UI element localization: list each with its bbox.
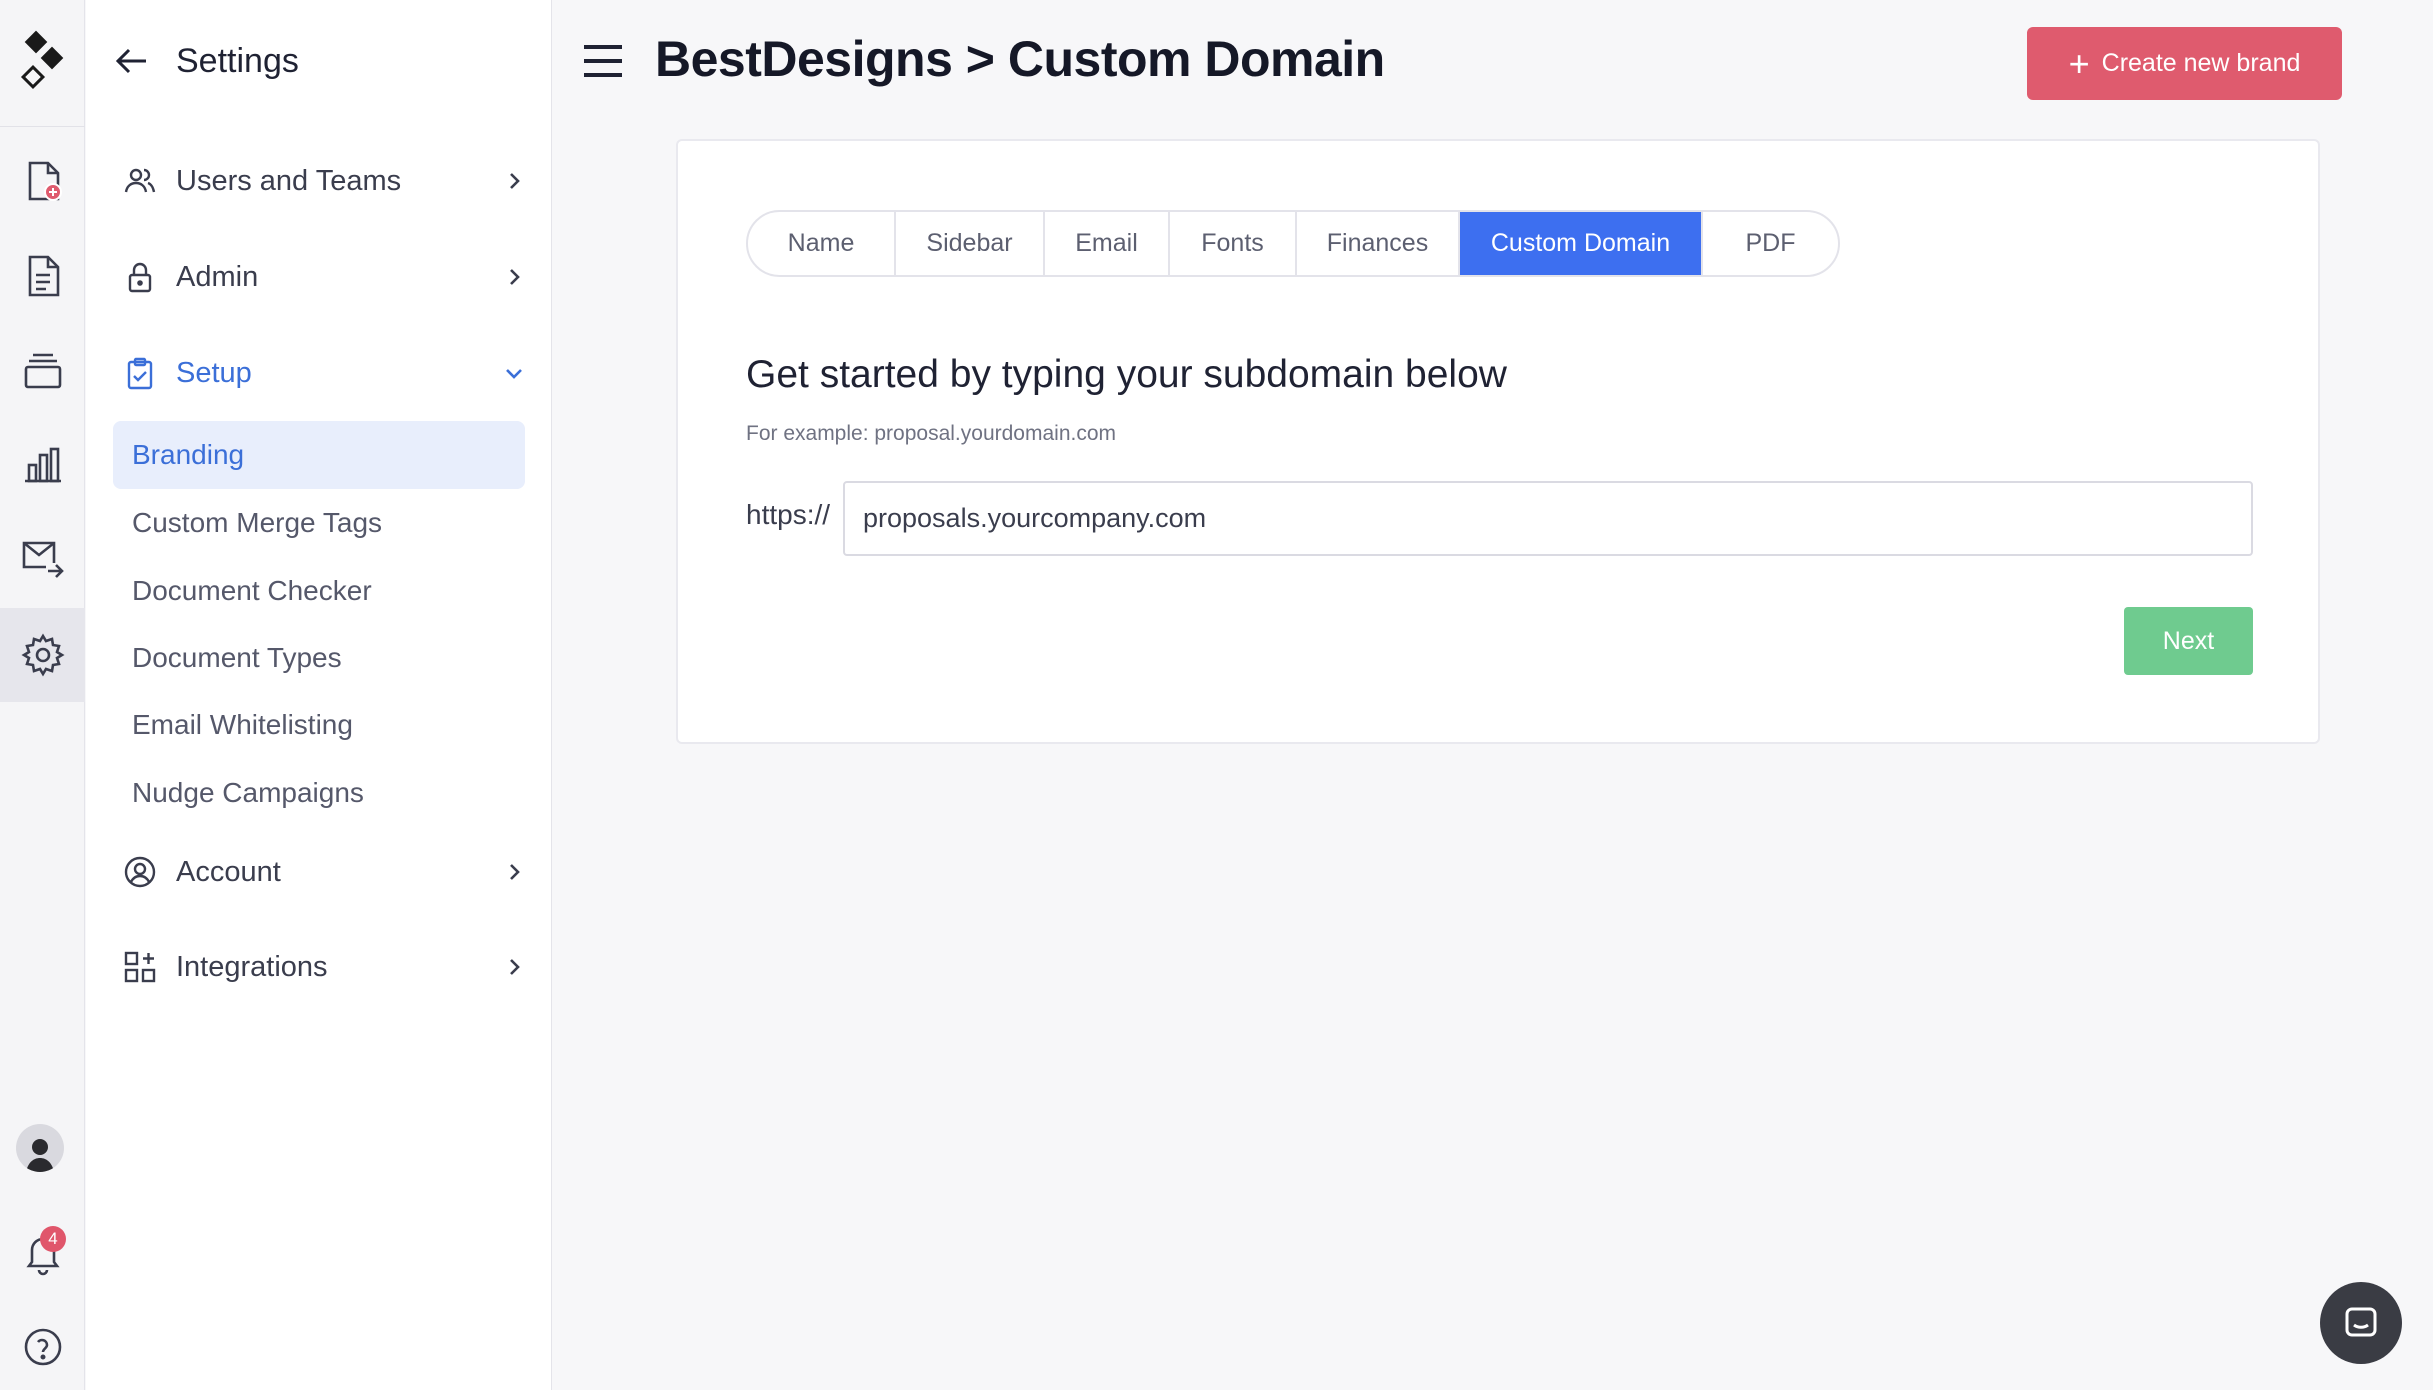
plus-icon: + <box>2068 42 2090 84</box>
user-silhouette-icon <box>26 1139 54 1172</box>
sidebar-header: Settings <box>110 36 299 86</box>
mail-forward-icon <box>22 541 64 578</box>
chevron-right-icon <box>498 165 530 197</box>
form-heading: Get started by typing your subdomain bel… <box>746 353 1507 396</box>
document-icon <box>28 255 59 297</box>
notifications-button[interactable] <box>0 1208 85 1298</box>
bar-chart-icon <box>24 447 61 483</box>
sub-item-email-whitelisting[interactable]: Email Whitelisting <box>113 691 525 759</box>
sub-item-document-checker[interactable]: Document Checker <box>113 557 525 625</box>
brand-tabs: Name Sidebar Email Fonts Finances Custom… <box>746 210 1840 277</box>
users-icon <box>120 161 160 201</box>
sidebar-item-setup[interactable]: Setup <box>120 343 530 403</box>
sub-item-nudge-campaigns[interactable]: Nudge Campaigns <box>113 759 525 827</box>
help-button[interactable] <box>0 1302 85 1390</box>
lock-icon <box>120 257 160 297</box>
sidebar-item-label: Admin <box>176 260 259 293</box>
sidebar-item-admin[interactable]: Admin <box>120 247 530 307</box>
sidebar-item-users-and-teams[interactable]: Users and Teams <box>120 151 530 211</box>
sidebar-title: Settings <box>176 41 299 80</box>
avatar[interactable] <box>16 1124 64 1172</box>
sidebar-item-integrations[interactable]: Integrations <box>120 937 530 997</box>
sidebar-item-account[interactable]: Account <box>120 842 530 902</box>
sidebar-item-label: Account <box>176 855 281 888</box>
logo-icon[interactable] <box>14 30 70 96</box>
settings-sidebar: Settings Users and Teams Admin Setup Bra… <box>86 0 552 1390</box>
documents-button[interactable] <box>0 229 85 323</box>
apps-add-icon <box>120 947 160 987</box>
tab-name[interactable]: Name <box>748 212 896 275</box>
tab-pdf[interactable]: PDF <box>1703 212 1838 275</box>
gear-icon <box>20 633 65 677</box>
hamburger-menu-icon[interactable] <box>580 38 626 84</box>
create-new-brand-button[interactable]: + Create new brand <box>2027 27 2342 100</box>
chevron-right-icon <box>498 261 530 293</box>
new-document-icon <box>28 161 62 201</box>
page-title: BestDesigns > Custom Domain <box>655 31 1385 87</box>
tab-sidebar[interactable]: Sidebar <box>896 212 1045 275</box>
help-icon <box>24 1328 61 1366</box>
next-button[interactable]: Next <box>2124 607 2253 675</box>
subdomain-input[interactable] <box>843 481 2253 556</box>
reports-button[interactable] <box>0 417 85 511</box>
sub-item-custom-merge-tags[interactable]: Custom Merge Tags <box>113 489 525 557</box>
rail-divider <box>0 126 85 127</box>
icon-rail: 4 <box>0 0 85 1390</box>
sidebar-item-label: Integrations <box>176 950 328 983</box>
chat-icon <box>2345 1307 2377 1337</box>
sub-item-document-types[interactable]: Document Types <box>113 624 525 692</box>
tab-email[interactable]: Email <box>1045 212 1170 275</box>
tab-custom-domain[interactable]: Custom Domain <box>1460 212 1703 275</box>
settings-button[interactable] <box>0 608 85 702</box>
clipboard-check-icon <box>120 353 160 393</box>
tab-fonts[interactable]: Fonts <box>1170 212 1297 275</box>
form-example-hint: For example: proposal.yourdomain.com <box>746 422 1117 445</box>
sidebar-item-label: Setup <box>176 356 252 389</box>
sidebar-item-label: Users and Teams <box>176 164 402 197</box>
arrow-left-icon <box>115 48 146 74</box>
email-button[interactable] <box>0 511 85 605</box>
stack-icon <box>24 353 61 389</box>
content-library-button[interactable] <box>0 323 85 417</box>
chevron-right-icon <box>498 856 530 888</box>
user-circle-icon <box>120 852 160 892</box>
chat-launcher-button[interactable] <box>2320 1282 2402 1364</box>
create-new-brand-label: Create new brand <box>2101 49 2301 77</box>
url-prefix: https:// <box>746 499 831 530</box>
notification-badge: 4 <box>40 1226 66 1252</box>
custom-domain-card: Name Sidebar Email Fonts Finances Custom… <box>676 139 2320 744</box>
sub-item-branding[interactable]: Branding <box>113 421 525 489</box>
back-button[interactable] <box>110 39 154 83</box>
tab-finances[interactable]: Finances <box>1297 212 1460 275</box>
new-document-button[interactable] <box>0 135 85 229</box>
chevron-down-icon <box>498 357 530 389</box>
chevron-right-icon <box>498 951 530 983</box>
